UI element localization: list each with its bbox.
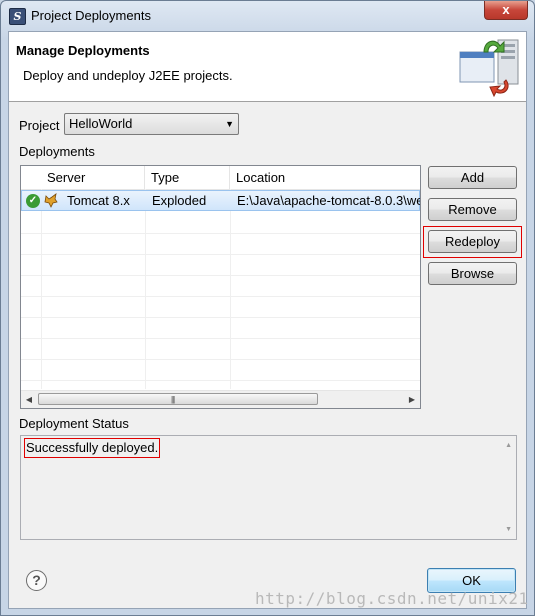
banner-description: Deploy and undeploy J2EE projects. bbox=[23, 68, 233, 83]
deployment-status-label: Deployment Status bbox=[19, 416, 129, 431]
table-row bbox=[21, 275, 420, 297]
project-dropdown[interactable]: HelloWorld ▼ bbox=[64, 113, 239, 135]
cell-server: Tomcat 8.x bbox=[67, 193, 130, 208]
status-message: Successfully deployed. bbox=[24, 438, 161, 458]
column-header-location[interactable]: Location bbox=[230, 166, 420, 189]
check-icon: ✓ bbox=[26, 194, 40, 208]
scroll-down-icon[interactable]: ▼ bbox=[505, 526, 512, 533]
deployments-label: Deployments bbox=[19, 144, 95, 159]
project-deployments-window: S Project Deployments x Manage Deploymen… bbox=[0, 0, 535, 616]
add-button[interactable]: Add bbox=[428, 166, 517, 189]
table-row bbox=[21, 296, 420, 318]
remove-button[interactable]: Remove bbox=[428, 198, 517, 221]
table-header: Server Type Location bbox=[21, 166, 420, 190]
table-row bbox=[21, 212, 420, 234]
table-row[interactable]: ✓ Tomcat 8.x Exploded E:\Java\apache-tom… bbox=[21, 190, 420, 211]
deployment-status-box[interactable]: Successfully deployed. ▲ ▼ bbox=[20, 435, 517, 540]
grip-icon: ||| bbox=[171, 395, 175, 404]
watermark: http://blog.csdn.net/unix21 bbox=[255, 589, 529, 608]
title-bar[interactable]: S Project Deployments x bbox=[1, 1, 534, 31]
project-selected-value: HelloWorld bbox=[69, 116, 133, 131]
banner-title: Manage Deployments bbox=[16, 43, 150, 58]
column-header-server[interactable]: Server bbox=[41, 166, 145, 189]
redeploy-button[interactable]: Redeploy bbox=[428, 230, 517, 253]
scroll-right-icon[interactable]: ▶ bbox=[405, 391, 419, 408]
scroll-left-icon[interactable]: ◀ bbox=[22, 391, 36, 408]
scroll-up-icon[interactable]: ▲ bbox=[505, 442, 512, 449]
header-banner: Manage Deployments Deploy and undeploy J… bbox=[9, 32, 526, 102]
table-row bbox=[21, 338, 420, 360]
table-row bbox=[21, 254, 420, 276]
dialog-body: Manage Deployments Deploy and undeploy J… bbox=[8, 31, 527, 609]
project-label: Project bbox=[19, 118, 60, 133]
window-title: Project Deployments bbox=[31, 8, 151, 23]
horizontal-scrollbar[interactable]: ◀ ||| ▶ bbox=[21, 390, 420, 408]
column-header-type[interactable]: Type bbox=[145, 166, 230, 189]
tomcat-icon bbox=[44, 193, 58, 208]
eclipse-app-icon: S bbox=[9, 8, 26, 25]
scrollbar-thumb[interactable]: ||| bbox=[38, 393, 318, 405]
close-button[interactable]: x bbox=[484, 1, 528, 20]
deploy-server-icon bbox=[459, 39, 519, 97]
table-row bbox=[21, 359, 420, 381]
table-row bbox=[21, 233, 420, 255]
table-row bbox=[21, 317, 420, 339]
cell-location: E:\Java\apache-tomcat-8.0.3\we bbox=[237, 193, 421, 208]
cell-type: Exploded bbox=[152, 193, 207, 208]
browse-button[interactable]: Browse bbox=[428, 262, 517, 285]
chevron-down-icon: ▼ bbox=[225, 119, 234, 129]
deployments-table[interactable]: Server Type Location ✓ Tomcat 8.x Explod… bbox=[20, 165, 421, 409]
help-icon[interactable]: ? bbox=[26, 570, 47, 591]
